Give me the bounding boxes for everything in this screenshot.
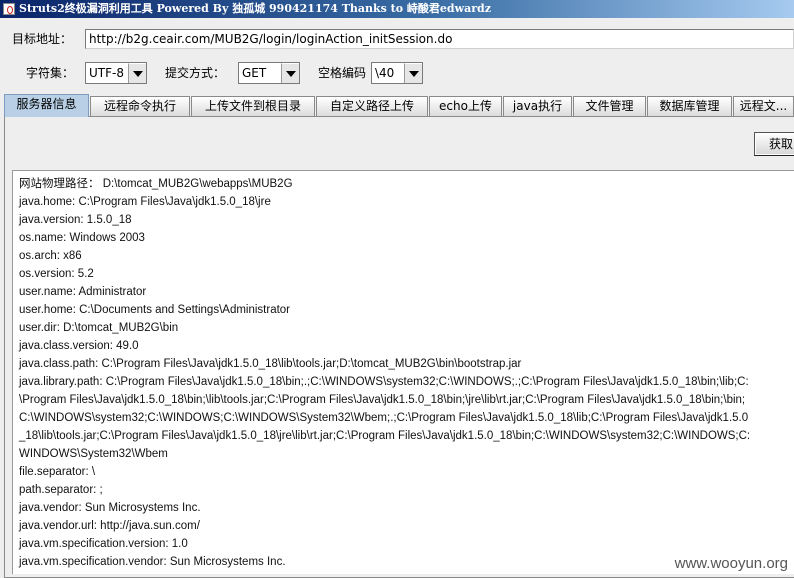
chevron-down-icon[interactable] [281, 63, 299, 83]
output-line: user.name: Administrator [19, 286, 147, 298]
output-line: java.vm.specification.version: 1.0 [19, 538, 188, 550]
chevron-down-icon[interactable] [404, 63, 422, 83]
server-info-output[interactable]: 网站物理路径： D:\tomcat_MUB2G\webapps\MUB2G ja… [12, 170, 794, 574]
method-label: 提交方式： [165, 66, 226, 80]
fetch-button[interactable]: 获取 [754, 132, 794, 156]
charset-label: 字符集： [26, 66, 75, 80]
output-line: file.separator: \ [19, 466, 96, 478]
method-value: GET [242, 66, 267, 80]
charset-value: UTF-8 [89, 66, 124, 80]
tab-remote-command[interactable]: 远程命令执行 [90, 96, 190, 116]
window-title: Struts2终极漏洞利用工具 Powered By 独孤城 990421174… [19, 2, 491, 15]
tab-upload-root[interactable]: 上传文件到根目录 [191, 96, 315, 116]
output-line: java.home: C:\Program Files\Java\jdk1.5.… [19, 196, 271, 208]
java-app-icon [3, 3, 15, 15]
space-encoding-value: \40 [375, 66, 395, 80]
output-line: os.version: 5.2 [19, 268, 94, 280]
output-line: java.library.path: C:\Program Files\Java… [19, 376, 749, 388]
output-line: java.vendor: Sun Microsystems Inc. [19, 502, 201, 514]
output-line: java.vendor.url: http://java.sun.com/ [19, 520, 200, 532]
output-line: WINDOWS\System32\Wbem [19, 448, 168, 460]
output-line: C:\WINDOWS\system32;C:\WINDOWS;C:\WINDOW… [19, 412, 749, 424]
tab-remote-file[interactable]: 远程文... [733, 96, 794, 116]
output-line: user.dir: D:\tomcat_MUB2G\bin [19, 322, 179, 334]
output-line: 网站物理路径： D:\tomcat_MUB2G\webapps\MUB2G [19, 178, 293, 190]
wooyun-watermark: www.wooyun.org [674, 555, 788, 572]
output-line: os.arch: x86 [19, 250, 82, 262]
output-line: path.separator: ; [19, 484, 103, 496]
tab-java-exec[interactable]: java执行 [503, 96, 572, 116]
tab-file-manager[interactable]: 文件管理 [573, 96, 646, 116]
space-encoding-label: 空格编码 [318, 66, 367, 80]
output-line: java.version: 1.5.0_18 [19, 214, 132, 226]
target-row: 目标地址： http://b2g.ceair.com/MUB2G/login/l… [0, 27, 794, 51]
target-label: 目标地址： [12, 32, 73, 46]
output-line: os.name: Windows 2003 [19, 232, 145, 244]
output-line: \Program Files\Java\jdk1.5.0_18\bin;\lib… [19, 394, 746, 406]
tab-strip: 服务器信息 远程命令执行 上传文件到根目录 自定义路径上传 echo上传 jav… [4, 94, 794, 117]
output-line: java.class.path: C:\Program Files\Java\j… [19, 358, 522, 370]
method-select[interactable]: GET [238, 62, 300, 84]
output-line: user.home: C:\Documents and Settings\Adm… [19, 304, 291, 316]
chevron-down-icon[interactable] [128, 63, 146, 83]
output-line: _18\lib\tools.jar;C:\Program Files\Java\… [19, 430, 751, 442]
options-row: 字符集： UTF-8 提交方式： GET 空格编码 \40 [0, 61, 794, 85]
tab-db-manager[interactable]: 数据库管理 [647, 96, 732, 116]
charset-select[interactable]: UTF-8 [85, 62, 147, 84]
tab-server-info[interactable]: 服务器信息 [4, 94, 89, 117]
tab-echo-upload[interactable]: echo上传 [429, 96, 502, 116]
window-titlebar[interactable]: Struts2终极漏洞利用工具 Powered By 独孤城 990421174… [0, 0, 794, 18]
output-line: java.class.version: 49.0 [19, 340, 139, 352]
space-encoding-select[interactable]: \40 [371, 62, 423, 84]
target-url-input[interactable]: http://b2g.ceair.com/MUB2G/login/loginAc… [85, 29, 794, 49]
tab-custom-path-upload[interactable]: 自定义路径上传 [316, 96, 428, 116]
